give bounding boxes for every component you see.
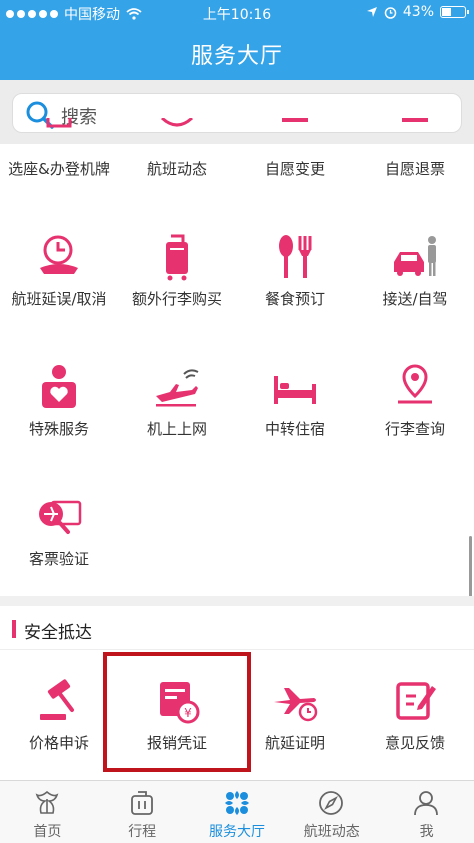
- section-header-safe-arrival: 安全抵达: [0, 606, 474, 650]
- service-luggage-query[interactable]: 行李查询: [356, 356, 474, 486]
- service-price-appeal[interactable]: 价格申诉: [0, 662, 118, 792]
- alarm-icon: [384, 6, 397, 19]
- service-label: 接送/自驾: [382, 290, 448, 308]
- tab-me[interactable]: 我: [379, 781, 474, 843]
- delay-clock-icon: [40, 235, 78, 274]
- service-label: 行李查询: [384, 420, 445, 438]
- gavel-icon: [40, 679, 74, 720]
- status-right: 43%: [366, 4, 469, 20]
- service-inflight-wifi[interactable]: 机上上网: [118, 356, 236, 486]
- service-label: 航班动态: [146, 160, 207, 178]
- service-extra-luggage[interactable]: 额外行李购买: [118, 226, 236, 356]
- service-label: 航班延误/取消: [11, 290, 107, 308]
- service-label: 自愿退票: [384, 160, 445, 178]
- tab-label: 我: [419, 824, 434, 840]
- special-service-icon: [42, 365, 76, 408]
- luggage-icon: [166, 234, 188, 281]
- car-person-icon: [394, 236, 436, 276]
- service-meal-booking[interactable]: 餐食预订: [236, 226, 354, 356]
- tab-home[interactable]: 首页: [0, 781, 95, 843]
- service-transfer-drive[interactable]: 接送/自驾: [356, 226, 474, 356]
- location-pin-icon: [398, 364, 432, 404]
- tab-itinerary[interactable]: 行程: [95, 781, 190, 843]
- tab-flight-status[interactable]: 航班动态: [284, 781, 379, 843]
- section-accent-bar: [12, 620, 16, 638]
- location-arrow-icon: [366, 7, 377, 17]
- feedback-edit-icon: [396, 682, 436, 720]
- service-transit-hotel[interactable]: 中转住宿: [236, 356, 354, 486]
- service-label: 航延证明: [264, 734, 325, 752]
- tab-label: 服务大厅: [208, 824, 265, 840]
- tab-label: 航班动态: [303, 824, 360, 840]
- battery-percent: 43%: [402, 4, 434, 20]
- service-special[interactable]: 特殊服务: [0, 356, 118, 486]
- service-label: 客票验证: [28, 550, 89, 568]
- compass-icon: [319, 791, 344, 815]
- home-logo-icon: [35, 790, 59, 814]
- service-label: 机上上网: [146, 420, 207, 438]
- service-feedback[interactable]: 意见反馈: [356, 662, 474, 792]
- highlight-frame: [103, 652, 251, 772]
- service-hall-icon: [224, 791, 249, 815]
- service-label: 中转住宿: [264, 420, 325, 438]
- section-title: 安全抵达: [24, 623, 92, 643]
- service-label: 餐食预订: [264, 290, 325, 308]
- service-label: 选座&办登机牌: [8, 160, 110, 178]
- section-divider: [0, 596, 474, 606]
- tab-label: 首页: [33, 824, 62, 840]
- ticket-verify-icon: [39, 500, 82, 534]
- itinerary-icon: [130, 791, 153, 815]
- service-label: 额外行李购买: [131, 290, 222, 308]
- status-bar: 中国移动 上午10:16 43%: [0, 0, 474, 26]
- service-label: 特殊服务: [28, 420, 89, 438]
- tab-label: 行程: [128, 824, 157, 840]
- page-title: 服务大厅: [190, 44, 283, 69]
- tab-bar: 首页 行程 服务大厅 航班动态 我: [0, 780, 474, 843]
- plane-delay-icon: [274, 688, 318, 722]
- service-label: 自愿变更: [264, 160, 325, 178]
- bed-icon: [274, 376, 316, 404]
- service-label: 价格申诉: [28, 734, 89, 752]
- battery-icon: [440, 6, 469, 18]
- wifi-plane-icon: [156, 369, 199, 407]
- service-delay-certificate[interactable]: 航延证明: [236, 662, 354, 792]
- tab-service-hall[interactable]: 服务大厅: [190, 781, 285, 843]
- meal-icon: [279, 235, 312, 278]
- service-flight-delay[interactable]: 航班延误/取消: [0, 226, 118, 356]
- nav-bar: 服务大厅: [0, 26, 474, 80]
- user-icon: [414, 791, 439, 816]
- service-label: 意见反馈: [384, 734, 445, 752]
